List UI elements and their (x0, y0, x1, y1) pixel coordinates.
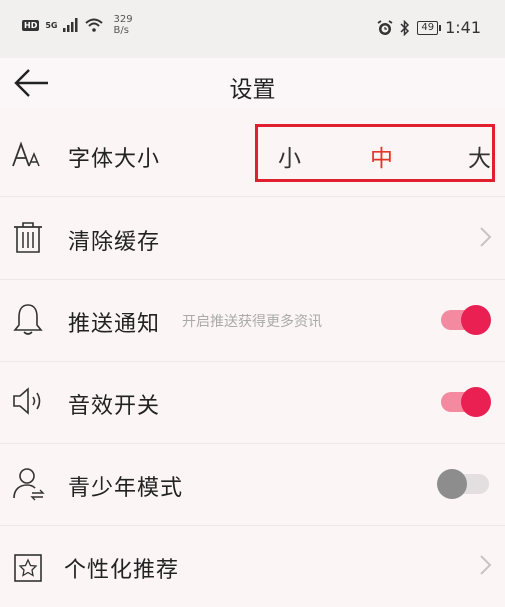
font-size-label: 字体大小 (68, 147, 161, 172)
font-size-option-medium[interactable]: 中 (370, 139, 393, 173)
setting-row-sound-effects: 音效开关 (0, 361, 505, 444)
chevron-right-icon (480, 555, 492, 575)
teen-mode-label: 青少年模式 (68, 476, 184, 501)
push-notifications-toggle[interactable] (441, 305, 491, 335)
signal-icon (63, 18, 78, 32)
bell-icon (13, 304, 43, 335)
speed-value: 329 (113, 14, 133, 25)
toggle-knob (461, 387, 491, 417)
network-label: 5G (45, 20, 58, 30)
wifi-icon (85, 18, 104, 32)
push-notifications-label: 推送通知 (68, 312, 161, 337)
star-box-icon (14, 554, 42, 582)
trash-icon (14, 222, 42, 253)
personalized-recommend-label: 个性化推荐 (64, 558, 180, 583)
teen-mode-toggle[interactable] (437, 469, 489, 499)
toggle-knob (461, 305, 491, 335)
font-size-icon (12, 141, 40, 167)
setting-row-push-notifications: 推送通知 开启推送获得更多资讯 (0, 279, 505, 362)
bluetooth-icon (400, 19, 410, 36)
font-size-option-large[interactable]: 大 (468, 139, 491, 173)
speed-unit: B/s (113, 25, 129, 36)
font-size-selector: 小 中 大 (255, 124, 495, 182)
battery-indicator: 49 (417, 20, 441, 35)
clear-cache-label: 清除缓存 (68, 230, 161, 255)
status-right: 49 1:41 (377, 18, 481, 37)
setting-row-personalized-recommend[interactable]: 个性化推荐 (0, 525, 505, 607)
clock: 1:41 (445, 18, 481, 37)
setting-row-clear-cache[interactable]: 清除缓存 (0, 197, 505, 280)
chevron-right-icon (480, 227, 492, 247)
hd-badge: HD (22, 19, 40, 31)
status-bar: HD 5G 329 B/s 49 1:41 (0, 0, 505, 58)
network-speed: 329 B/s (113, 14, 132, 36)
app-header: 设置 (0, 58, 505, 108)
sound-effects-label: 音效开关 (68, 394, 161, 419)
toggle-knob (437, 469, 467, 499)
push-notifications-hint: 开启推送获得更多资讯 (182, 314, 322, 330)
sound-effects-toggle[interactable] (441, 387, 491, 417)
status-left: HD 5G 329 B/s (22, 14, 133, 36)
font-size-option-small[interactable]: 小 (278, 139, 301, 173)
speaker-icon (13, 387, 41, 415)
user-switch-icon (13, 468, 45, 501)
alarm-icon (377, 19, 393, 35)
setting-row-teen-mode: 青少年模式 (0, 443, 505, 526)
page-title: 设置 (229, 77, 276, 103)
